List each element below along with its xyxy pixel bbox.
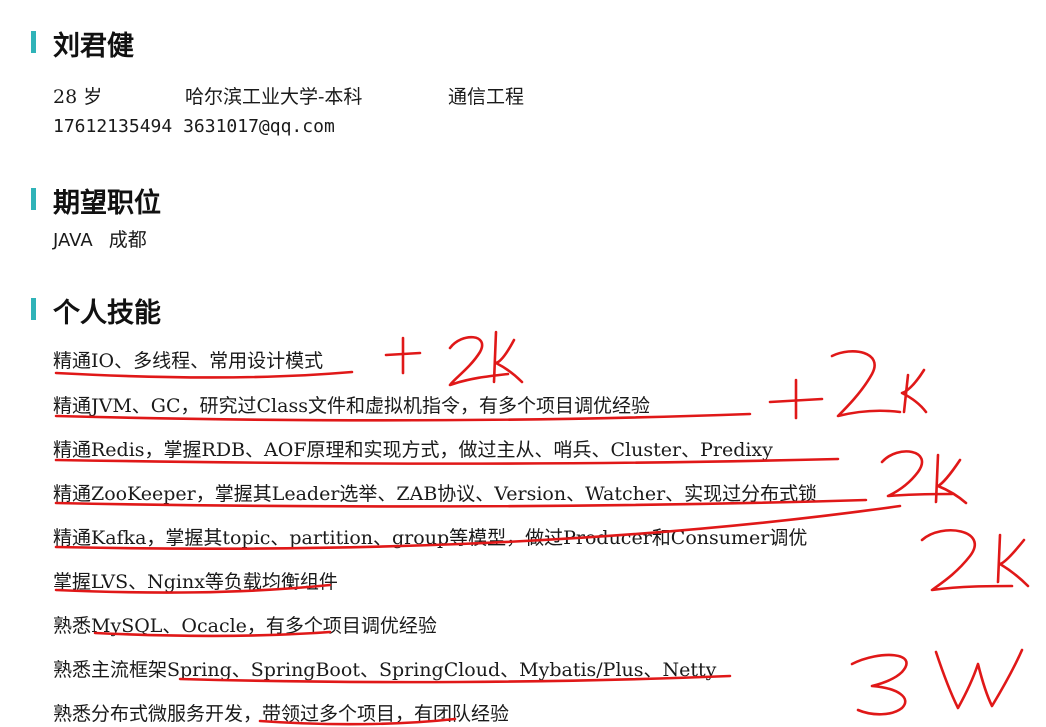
section-marker xyxy=(31,31,36,53)
note-2k xyxy=(920,528,1030,592)
expected-position-line: JAVA 成都 xyxy=(53,225,147,252)
skill-item: 精通Redis，掌握RDB、AOF原理和实现方式，做过主从、哨兵、Cluster… xyxy=(53,439,773,461)
city: 成都 xyxy=(108,229,147,251)
phone: 17612135494 xyxy=(53,116,173,137)
skills-heading: 个人技能 xyxy=(53,298,161,329)
section-marker xyxy=(31,298,36,320)
school: 哈尔滨工业大学-本科 xyxy=(185,86,363,108)
major: 通信工程 xyxy=(448,86,525,108)
basic-info-line: 28 岁 哈尔滨工业大学-本科 通信工程 xyxy=(53,82,524,109)
candidate-name: 刘君健 xyxy=(53,31,134,62)
skill-item: 精通IO、多线程、常用设计模式 xyxy=(53,350,324,372)
note-3w xyxy=(850,648,1024,716)
note-plus-2k xyxy=(768,350,928,420)
note-plus-2k xyxy=(384,330,524,387)
skill-item: 精通JVM、GC，研究过Class文件和虚拟机指令，有多个项目调优经验 xyxy=(53,395,650,417)
section-marker xyxy=(31,188,36,210)
email: 3631017@qq.com xyxy=(183,116,335,137)
skill-item: 熟悉MySQL、Ocacle，有多个项目调优经验 xyxy=(53,615,437,637)
skill-item: 掌握LVS、Nginx等负载均衡组件 xyxy=(53,571,338,593)
note-2k xyxy=(880,450,968,505)
skill-item: 熟悉分布式微服务开发，带领过多个项目，有团队经验 xyxy=(53,703,510,725)
skill-item: 熟悉主流框架Spring、SpringBoot、SpringCloud、Myba… xyxy=(53,659,717,681)
age: 28 岁 xyxy=(53,86,103,108)
contact-line: 17612135494 3631017@qq.com xyxy=(53,116,335,137)
skill-item: 精通ZooKeeper，掌握其Leader选举、ZAB协议、Version、Wa… xyxy=(53,483,818,505)
expected-position-heading: 期望职位 xyxy=(53,188,161,219)
skill-item: 精通Kafka，掌握其topic、partition、group等模型，做过Pr… xyxy=(53,527,808,549)
position: JAVA xyxy=(53,230,93,251)
